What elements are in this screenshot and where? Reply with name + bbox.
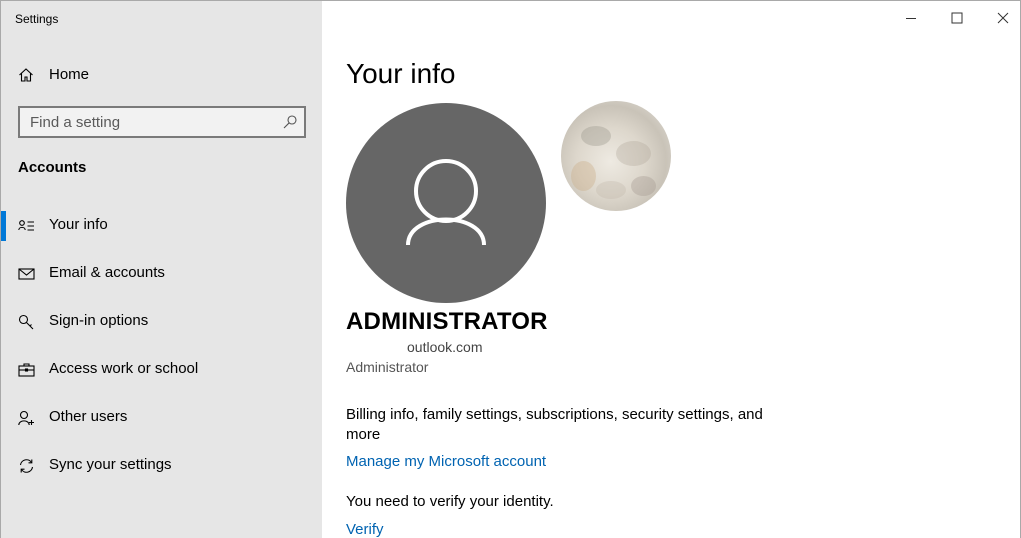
search-box[interactable] — [18, 106, 306, 138]
person-icon — [406, 159, 486, 246]
minimize-button[interactable] — [888, 1, 934, 35]
verify-link[interactable]: Verify — [346, 521, 384, 538]
sync-icon — [18, 458, 35, 474]
sidebar-item-label: Sign-in options — [49, 312, 149, 329]
close-icon — [997, 12, 1009, 24]
sidebar-item-other-users[interactable]: Other users — [1, 398, 322, 438]
sidebar-item-home[interactable]: Home — [1, 59, 322, 91]
sidebar-item-sync-settings[interactable]: Sync your settings — [1, 446, 322, 486]
page-title: Your info — [346, 58, 456, 89]
sidebar-item-label: Other users — [49, 408, 128, 425]
mail-icon — [18, 266, 35, 282]
sidebar-item-your-info[interactable]: Your info — [1, 206, 322, 246]
sidebar-item-label: Sync your settings — [49, 456, 172, 473]
search-input[interactable] — [20, 108, 280, 136]
main-content: Your info ADMINISTRATOR outlook.com Admi… — [322, 1, 1020, 538]
sidebar-item-label: Your info — [49, 216, 108, 233]
briefcase-icon — [18, 362, 35, 378]
sidebar-item-access-work[interactable]: Access work or school — [1, 350, 322, 390]
user-email: outlook.com — [407, 339, 483, 355]
account-picture[interactable] — [561, 101, 671, 211]
sidebar-item-label: Home — [49, 66, 90, 83]
sidebar-item-label: Access work or school — [49, 360, 199, 377]
key-icon — [18, 314, 35, 330]
sidebar: Settings Home Accounts — [1, 1, 322, 538]
sidebar-item-sign-in-options[interactable]: Sign-in options — [1, 302, 322, 342]
sidebar-item-label: Email & accounts — [49, 264, 165, 281]
billing-description: Billing info, family settings, subscript… — [346, 406, 763, 443]
manage-account-link[interactable]: Manage my Microsoft account — [346, 453, 546, 470]
maximize-button[interactable] — [934, 1, 980, 35]
search-icon[interactable] — [282, 114, 298, 130]
sidebar-item-email-accounts[interactable]: Email & accounts — [1, 254, 322, 294]
avatar[interactable] — [346, 103, 546, 303]
home-icon — [18, 67, 34, 83]
user-name: ADMINISTRATOR — [346, 308, 548, 335]
person-card-icon — [18, 218, 35, 234]
close-button[interactable] — [980, 1, 1020, 35]
user-role: Administrator — [346, 359, 429, 375]
settings-window: Settings Home Accounts — [0, 0, 1021, 538]
window-title: Settings — [15, 12, 59, 26]
person-add-icon — [18, 410, 35, 426]
minimize-icon — [906, 18, 916, 19]
maximize-icon — [951, 12, 963, 24]
verify-message: You need to verify your identity. — [346, 493, 554, 510]
section-title: Accounts — [18, 159, 87, 176]
